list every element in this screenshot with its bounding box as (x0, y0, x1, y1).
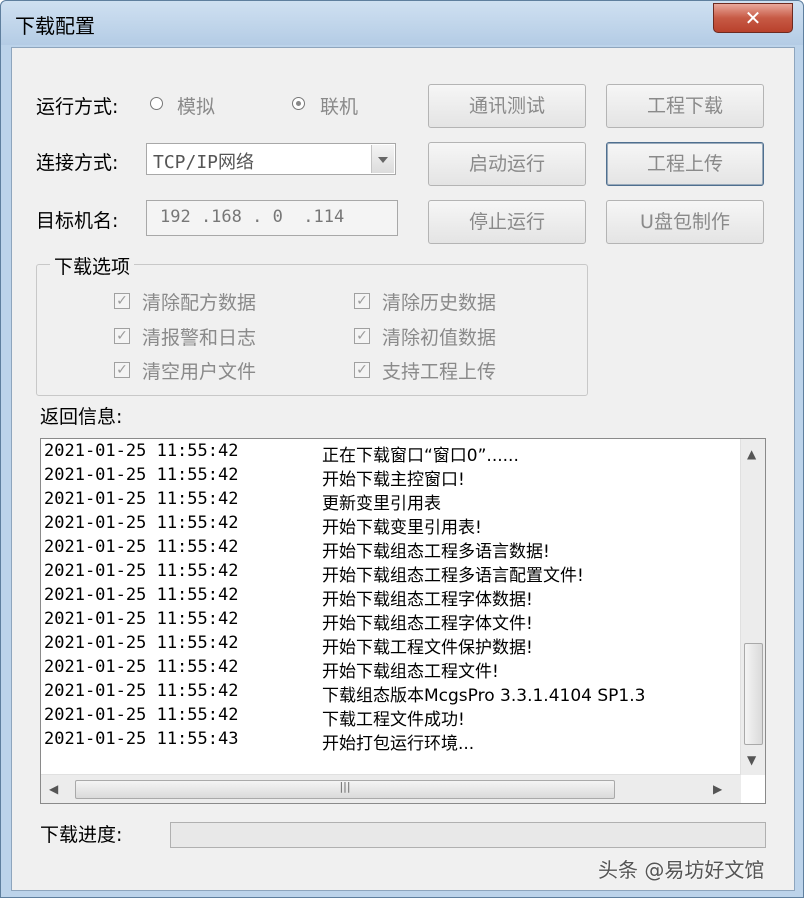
download-options-title: 下载选项 (50, 252, 135, 279)
upload-project-button[interactable]: 工程上传 (606, 142, 764, 186)
log-time: 2021-01-25 11:55:42 (44, 633, 239, 653)
target-ip-field[interactable]: 192 .168 . 0 .114 (146, 200, 398, 236)
start-run-button[interactable]: 启动运行 (428, 142, 586, 186)
radio-simulate[interactable] (150, 97, 163, 110)
comm-test-button[interactable]: 通讯测试 (428, 84, 586, 128)
checkbox-clear-alarm-log[interactable]: ✓ (114, 328, 130, 344)
scroll-down-icon[interactable]: ▼ (747, 753, 756, 767)
log-time: 2021-01-25 11:55:42 (44, 609, 239, 629)
dialog-body: 运行方式: 模拟 联机 连接方式: TCP/IP网络 目标机名: 192 .16… (11, 47, 795, 891)
run-mode-label: 运行方式: (36, 96, 119, 118)
usb-package-button[interactable]: U盘包制作 (606, 200, 764, 244)
scroll-left-icon[interactable]: ◀ (49, 782, 58, 796)
checkbox-clear-alarm-log-label: 清报警和日志 (142, 327, 257, 349)
log-time: 2021-01-25 11:55:42 (44, 441, 239, 461)
close-button[interactable]: ✕ (713, 3, 793, 33)
target-ip-value: 192 .168 . 0 .114 (160, 207, 345, 227)
download-progress-label: 下载进度: (40, 824, 123, 846)
watermark: 头条 @易坊好文馆 (598, 858, 765, 882)
checkbox-clear-history[interactable]: ✓ (354, 293, 370, 309)
horizontal-scrollbar[interactable]: ◀ ||| ▶ (41, 774, 741, 803)
log-time: 2021-01-25 11:55:42 (44, 561, 239, 581)
log-message: 开始下载主控窗口! (322, 470, 465, 490)
scroll-right-icon[interactable]: ▶ (713, 782, 722, 796)
connection-value: TCP/IP网络 (153, 152, 255, 173)
log-time: 2021-01-25 11:55:42 (44, 465, 239, 485)
checkbox-support-upload-label: 支持工程上传 (382, 361, 497, 383)
horizontal-scroll-thumb[interactable]: ||| (75, 780, 615, 799)
vertical-scroll-thumb[interactable] (744, 643, 763, 745)
log-time: 2021-01-25 11:55:42 (44, 537, 239, 557)
return-info-log[interactable]: 2021-01-25 11:55:42 正在下载窗口“窗口0”...... 2021… (40, 438, 766, 804)
checkbox-clear-recipe[interactable]: ✓ (114, 293, 130, 309)
log-time: 2021-01-25 11:55:42 (44, 681, 239, 701)
log-message: 下载组态版本McgsPro 3.3.1.4104 SP1.3 (322, 686, 646, 706)
target-label: 目标机名: (36, 210, 119, 232)
connection-select[interactable]: TCP/IP网络 (146, 143, 396, 175)
radio-online-label: 联机 (320, 96, 359, 118)
return-info-label: 返回信息: (40, 406, 123, 428)
log-message: 正在下载窗口“窗口0”...... (322, 446, 519, 466)
connection-label: 连接方式: (36, 152, 119, 174)
checkbox-clear-user-files[interactable]: ✓ (114, 362, 130, 378)
download-project-button[interactable]: 工程下载 (606, 84, 764, 128)
log-time: 2021-01-25 11:55:42 (44, 585, 239, 605)
stop-run-button[interactable]: 停止运行 (428, 200, 586, 244)
checkbox-clear-recipe-label: 清除配方数据 (142, 292, 257, 314)
log-message: 开始下载组态工程多语言数据! (322, 542, 550, 562)
checkbox-clear-user-files-label: 清空用户文件 (142, 361, 257, 383)
log-time: 2021-01-25 11:55:43 (44, 729, 239, 749)
checkbox-support-upload[interactable]: ✓ (354, 362, 370, 378)
log-time: 2021-01-25 11:55:42 (44, 513, 239, 533)
vertical-scrollbar[interactable]: ▲ ▼ (740, 439, 765, 775)
window-title: 下载配置 (15, 14, 95, 38)
log-message: 开始下载组态工程文件! (322, 662, 499, 682)
checkbox-clear-initial[interactable]: ✓ (354, 328, 370, 344)
download-config-window: 下载配置 ✕ 运行方式: 模拟 联机 连接方式: TCP/IP网络 目标机名: … (0, 0, 804, 898)
download-progress-bar (170, 822, 766, 848)
log-message: 开始下载工程文件保护数据! (322, 638, 533, 658)
checkbox-clear-initial-label: 清除初值数据 (382, 327, 497, 349)
log-message: 开始下载变里引用表! (322, 518, 482, 538)
chevron-down-icon[interactable] (371, 145, 394, 173)
log-message: 开始下载组态工程多语言配置文件! (322, 566, 584, 586)
log-message: 开始打包运行环境... (322, 734, 475, 754)
checkbox-clear-history-label: 清除历史数据 (382, 292, 497, 314)
log-time: 2021-01-25 11:55:42 (44, 489, 239, 509)
scroll-up-icon[interactable]: ▲ (747, 447, 756, 461)
log-message: 更新变里引用表 (322, 494, 441, 514)
title-bar[interactable]: 下载配置 ✕ (1, 1, 803, 45)
log-message: 开始下载组态工程字体数据! (322, 590, 533, 610)
log-message: 下载工程文件成功! (322, 710, 465, 730)
radio-simulate-label: 模拟 (177, 96, 216, 118)
radio-online[interactable] (292, 97, 305, 110)
grip-icon: ||| (339, 780, 351, 793)
log-time: 2021-01-25 11:55:42 (44, 657, 239, 677)
log-message: 开始下载组态工程字体文件! (322, 614, 533, 634)
close-icon: ✕ (744, 6, 762, 30)
log-time: 2021-01-25 11:55:42 (44, 705, 239, 725)
